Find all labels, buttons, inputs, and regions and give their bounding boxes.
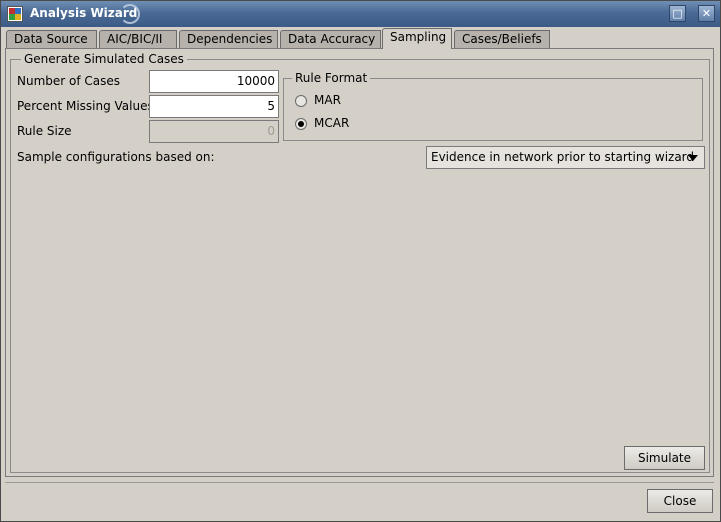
rule-format-group: Rule Format MAR MCAR	[283, 71, 703, 141]
rule-size-input: 0	[149, 120, 279, 143]
simulate-button[interactable]: Simulate	[624, 446, 705, 470]
mcar-label[interactable]: MCAR	[314, 116, 349, 130]
footer-divider	[5, 482, 714, 483]
tab-sampling[interactable]: Sampling	[382, 28, 452, 49]
percent-missing-label: Percent Missing Values	[17, 99, 154, 113]
rule-size-label: Rule Size	[17, 124, 72, 138]
generate-cases-legend: Generate Simulated Cases	[21, 52, 187, 66]
app-icon	[7, 6, 23, 22]
tab-data-accuracy[interactable]: Data Accuracy	[280, 30, 381, 48]
close-window-button[interactable]: ✕	[698, 5, 715, 22]
rule-format-legend: Rule Format	[292, 71, 371, 85]
restore-window-button[interactable]: □	[669, 5, 686, 22]
mcar-radio[interactable]	[295, 118, 307, 130]
tab-cases-beliefs[interactable]: Cases/Beliefs	[454, 30, 550, 48]
mar-radio[interactable]	[295, 95, 307, 107]
swirl-decoration-icon	[120, 4, 140, 24]
sample-config-selected: Evidence in network prior to starting wi…	[431, 150, 695, 164]
analysis-wizard-window: Analysis Wizard □ ✕ Data Source AIC/BIC/…	[0, 0, 721, 522]
tab-dependencies[interactable]: Dependencies	[179, 30, 278, 48]
number-of-cases-label: Number of Cases	[17, 74, 121, 88]
chevron-down-icon	[688, 155, 698, 161]
mar-label[interactable]: MAR	[314, 93, 341, 107]
tab-data-source[interactable]: Data Source	[6, 30, 97, 48]
percent-missing-input[interactable]: 5	[149, 95, 279, 118]
title-bar[interactable]: Analysis Wizard □ ✕	[1, 1, 720, 27]
number-of-cases-input[interactable]: 10000	[149, 70, 279, 93]
sampling-panel: Generate Simulated Cases Number of Cases…	[5, 48, 714, 477]
close-button[interactable]: Close	[647, 489, 713, 513]
sample-config-dropdown[interactable]: Evidence in network prior to starting wi…	[426, 146, 705, 169]
tab-aic-bic-ii[interactable]: AIC/BIC/II	[99, 30, 177, 48]
sample-config-label: Sample configurations based on:	[17, 150, 215, 164]
